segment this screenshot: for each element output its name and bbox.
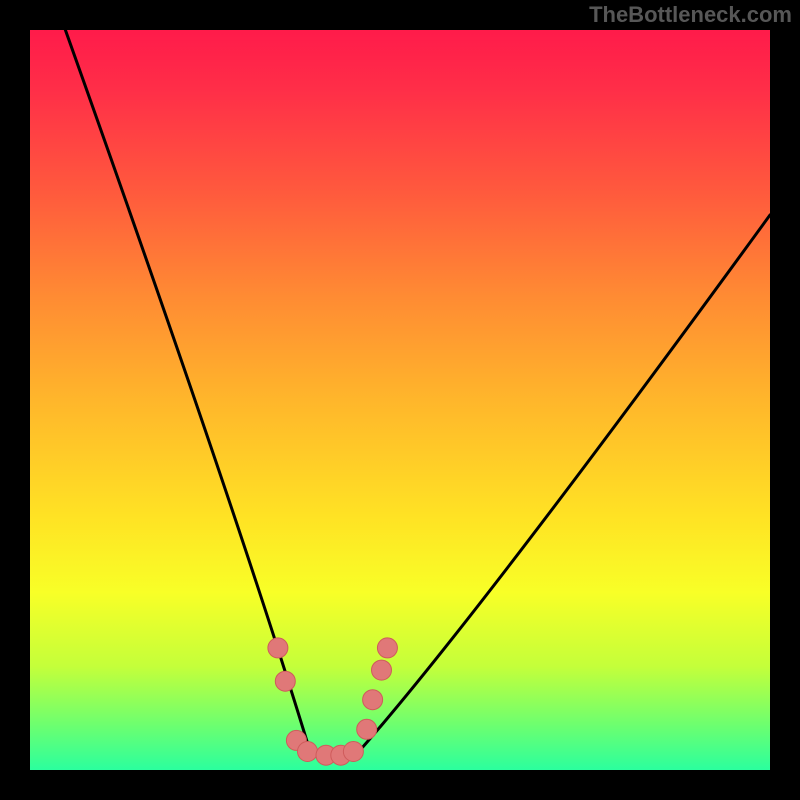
watermark: TheBottleneck.com bbox=[589, 2, 792, 28]
data-marker bbox=[343, 742, 363, 762]
chart-svg bbox=[30, 30, 770, 770]
plot-area bbox=[30, 30, 770, 770]
chart-frame: TheBottleneck.com bbox=[0, 0, 800, 800]
data-marker bbox=[372, 660, 392, 680]
data-marker bbox=[298, 742, 318, 762]
data-marker bbox=[377, 638, 397, 658]
data-marker bbox=[275, 671, 295, 691]
data-marker bbox=[363, 690, 383, 710]
data-markers bbox=[268, 638, 398, 765]
data-marker bbox=[268, 638, 288, 658]
data-marker bbox=[357, 719, 377, 739]
